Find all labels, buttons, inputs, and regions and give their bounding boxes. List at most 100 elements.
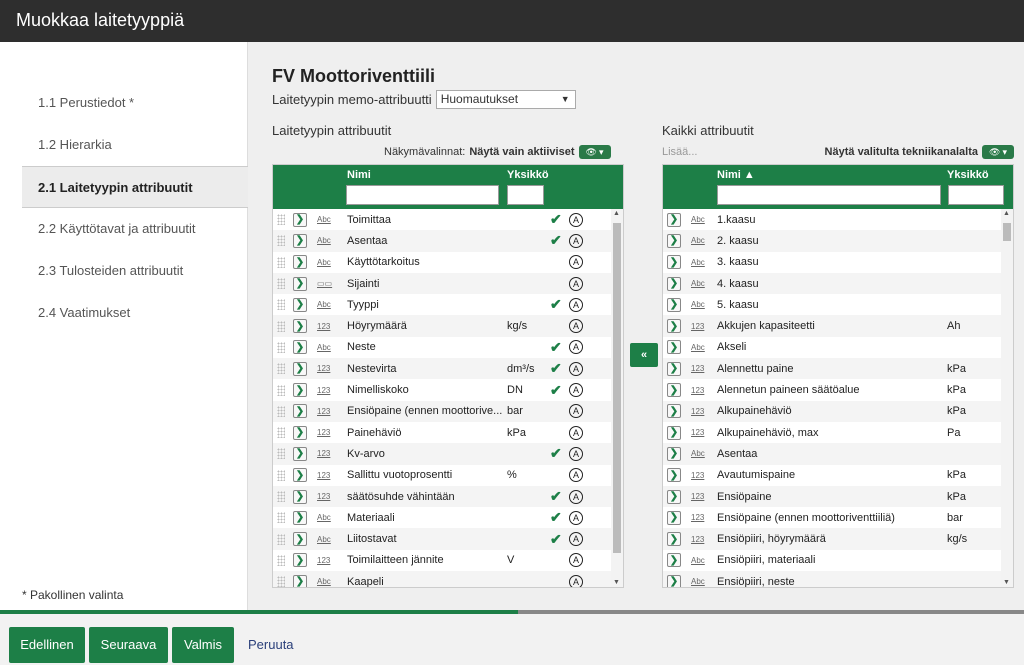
- unit-filter-input[interactable]: [948, 185, 1004, 205]
- table-row[interactable]: ❯ Abc 4. kaasu: [663, 272, 1003, 295]
- col-header-name[interactable]: Nimi ▲: [717, 169, 755, 181]
- table-row[interactable]: ❯ Abc Ensiöpiiri, materiaali: [663, 550, 1003, 571]
- move-left-button[interactable]: «: [630, 343, 658, 367]
- drag-handle-icon[interactable]: [277, 533, 285, 545]
- sidebar-item-4[interactable]: 2.2 Käyttötavat ja attribuutit: [0, 208, 248, 250]
- table-row[interactable]: ❯ 123 Ensiöpaine kPa: [663, 485, 1003, 508]
- select-row-button[interactable]: ❯: [667, 255, 681, 270]
- table-row[interactable]: ❯ 123 Avautumispaine kPa: [663, 465, 1003, 486]
- table-row[interactable]: ❯ Abc Neste ✔ A: [273, 337, 613, 358]
- drag-handle-icon[interactable]: [277, 427, 285, 439]
- table-row[interactable]: ❯ Abc Käyttötarkoitus A: [273, 252, 613, 273]
- table-row[interactable]: ❯ 123 Kv-arvo ✔ A: [273, 443, 613, 465]
- sidebar-item-5[interactable]: 2.3 Tulosteiden attribuutit: [0, 250, 248, 292]
- previous-button[interactable]: Edellinen: [9, 627, 85, 663]
- select-row-button[interactable]: ❯: [293, 361, 307, 376]
- select-row-button[interactable]: ❯: [667, 383, 681, 398]
- select-row-button[interactable]: ❯: [667, 446, 681, 461]
- table-row[interactable]: ❯ 123 Toimilaitteen jännite V A: [273, 550, 613, 571]
- scroll-thumb[interactable]: [613, 223, 621, 553]
- scroll-down-icon[interactable]: ▼: [613, 579, 620, 586]
- scroll-up-icon[interactable]: ▲: [1003, 210, 1010, 217]
- select-row-button[interactable]: ❯: [293, 255, 307, 270]
- drag-handle-icon[interactable]: [277, 512, 285, 524]
- drag-handle-icon[interactable]: [277, 554, 285, 566]
- drag-handle-icon[interactable]: [277, 341, 285, 353]
- table-row[interactable]: ❯ Abc Toimittaa ✔ A: [273, 209, 613, 230]
- select-row-button[interactable]: ❯: [667, 468, 681, 483]
- table-row[interactable]: ❯ Abc Liitostavat ✔ A: [273, 528, 613, 550]
- attribute-a-icon[interactable]: A: [569, 233, 583, 248]
- table-row[interactable]: ❯ Abc 1.kaasu: [663, 209, 1003, 230]
- table-row[interactable]: ❯ 123 Akkujen kapasiteetti Ah: [663, 315, 1003, 337]
- right-scrollbar[interactable]: ▲ ▼: [1001, 209, 1013, 587]
- drag-handle-icon[interactable]: [277, 363, 285, 375]
- memo-select[interactable]: Huomautukset ▼: [435, 90, 576, 109]
- right-view-options-toggle[interactable]: 👁 ▾: [982, 145, 1014, 159]
- view-options-toggle[interactable]: 👁 ▾: [578, 145, 611, 159]
- table-row[interactable]: ❯ Abc 3. kaasu: [663, 252, 1003, 273]
- drag-handle-icon[interactable]: [277, 214, 285, 226]
- table-row[interactable]: ❯ 123 Ensiöpaine (ennen moottoriventtiiliä…: [663, 507, 1003, 528]
- select-row-button[interactable]: ❯: [293, 532, 307, 547]
- select-row-button[interactable]: ❯: [667, 553, 681, 568]
- attribute-a-icon[interactable]: A: [569, 276, 583, 291]
- select-row-button[interactable]: ❯: [293, 468, 307, 483]
- select-row-button[interactable]: ❯: [667, 340, 681, 355]
- drag-handle-icon[interactable]: [277, 384, 285, 396]
- attribute-a-icon[interactable]: A: [569, 404, 583, 419]
- attribute-a-icon[interactable]: A: [569, 425, 583, 440]
- col-header-name[interactable]: Nimi: [347, 169, 371, 181]
- select-row-button[interactable]: ❯: [667, 297, 681, 312]
- table-row[interactable]: ❯ 123 Alennettu paine kPa: [663, 358, 1003, 380]
- attribute-a-icon[interactable]: A: [569, 361, 583, 376]
- drag-handle-icon[interactable]: [277, 491, 285, 502]
- attribute-a-icon[interactable]: A: [569, 383, 583, 398]
- select-row-button[interactable]: ❯: [667, 361, 681, 376]
- select-row-button[interactable]: ❯: [293, 510, 307, 525]
- drag-handle-icon[interactable]: [277, 235, 285, 247]
- drag-handle-icon[interactable]: [277, 299, 285, 311]
- select-row-button[interactable]: ❯: [667, 212, 681, 227]
- table-row[interactable]: ❯ Abc Kaapeli A: [273, 571, 613, 587]
- next-button[interactable]: Seuraava: [89, 627, 168, 663]
- select-row-button[interactable]: ❯: [293, 446, 307, 461]
- col-header-unit[interactable]: Yksikkö: [947, 169, 989, 181]
- select-row-button[interactable]: ❯: [293, 404, 307, 419]
- drag-handle-icon[interactable]: [277, 278, 285, 290]
- select-row-button[interactable]: ❯: [293, 489, 307, 504]
- attribute-a-icon[interactable]: A: [569, 319, 583, 334]
- table-row[interactable]: ❯ 123 Painehäviö kPa A: [273, 422, 613, 443]
- left-scrollbar[interactable]: ▲ ▼: [611, 209, 623, 587]
- table-row[interactable]: ❯ 123 Alkupainehäviö kPa: [663, 400, 1003, 422]
- table-row[interactable]: ❯ 123 Nimelliskoko DN ✔ A: [273, 379, 613, 400]
- attribute-a-icon[interactable]: A: [569, 255, 583, 270]
- select-row-button[interactable]: ❯: [293, 340, 307, 355]
- done-button[interactable]: Valmis: [172, 627, 234, 663]
- table-row[interactable]: ❯ 123 Alkupainehäviö, max Pa: [663, 422, 1003, 443]
- drag-handle-icon[interactable]: [277, 469, 285, 481]
- name-filter-input[interactable]: [346, 185, 499, 205]
- select-row-button[interactable]: ❯: [293, 212, 307, 227]
- table-row[interactable]: ❯ Abc 5. kaasu: [663, 294, 1003, 315]
- attribute-a-icon[interactable]: A: [569, 340, 583, 355]
- drag-handle-icon[interactable]: [277, 405, 285, 417]
- select-row-button[interactable]: ❯: [667, 532, 681, 547]
- drag-handle-icon[interactable]: [277, 576, 285, 587]
- select-row-button[interactable]: ❯: [293, 276, 307, 291]
- sidebar-item-6[interactable]: 2.4 Vaatimukset: [0, 292, 248, 334]
- table-row[interactable]: ❯ Abc Akseli: [663, 337, 1003, 358]
- attribute-a-icon[interactable]: A: [569, 489, 583, 504]
- scroll-up-icon[interactable]: ▲: [613, 210, 620, 217]
- select-row-button[interactable]: ❯: [667, 404, 681, 419]
- select-row-button[interactable]: ❯: [293, 233, 307, 248]
- drag-handle-icon[interactable]: [277, 320, 285, 332]
- table-row[interactable]: ❯ Abc Ensiöpiiri, neste: [663, 571, 1003, 587]
- name-filter-input[interactable]: [717, 185, 941, 205]
- table-row[interactable]: ❯ Abc Tyyppi ✔ A: [273, 294, 613, 315]
- table-row[interactable]: ❯ Abc Materiaali ✔ A: [273, 507, 613, 528]
- select-row-button[interactable]: ❯: [293, 383, 307, 398]
- select-row-button[interactable]: ❯: [293, 553, 307, 568]
- select-row-button[interactable]: ❯: [667, 574, 681, 587]
- table-row[interactable]: ❯ 123 Höyrymäärä kg/s A: [273, 315, 613, 337]
